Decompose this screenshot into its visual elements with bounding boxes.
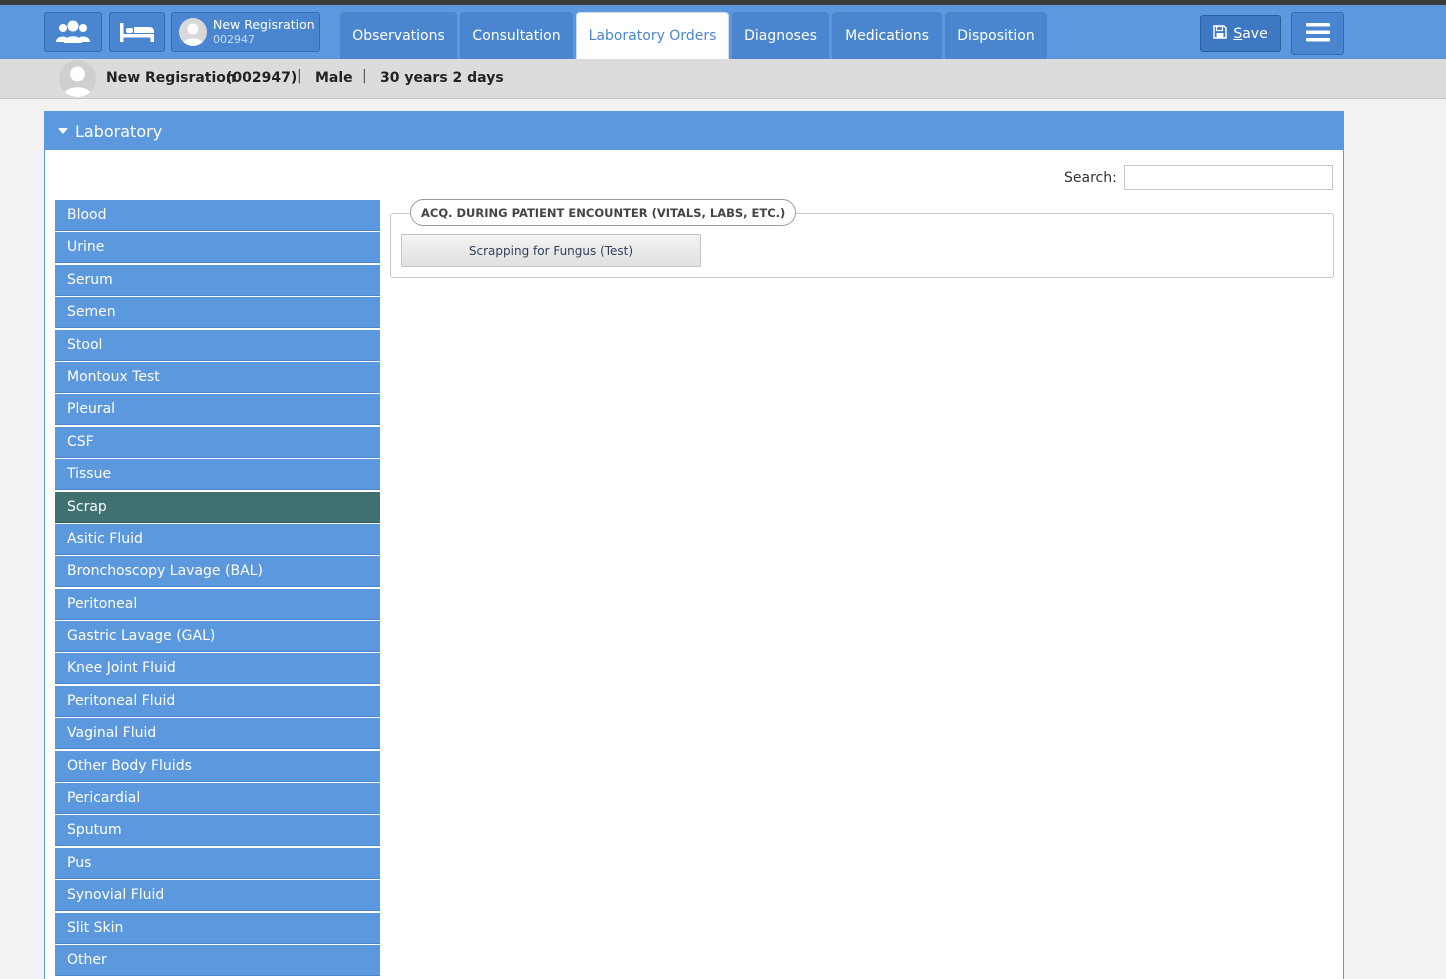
tab-laboratory-orders[interactable]: Laboratory Orders (576, 12, 729, 59)
avatar (179, 18, 207, 46)
category-item-urine[interactable]: Urine (55, 232, 380, 264)
patient-age: 30 years 2 days (380, 70, 504, 86)
bed-icon (119, 21, 155, 43)
separator: | (362, 68, 367, 84)
patient-avatar (59, 60, 96, 97)
floppy-disk-icon (1213, 24, 1228, 43)
category-item-sputum[interactable]: Sputum (55, 815, 380, 847)
category-item-pericardial[interactable]: Pericardial (55, 783, 380, 815)
search-label: Search: (1064, 170, 1117, 186)
hamburger-icon (1305, 22, 1330, 46)
patient-identifier: (002947) (226, 70, 298, 86)
category-item-synovial-fluid[interactable]: Synovial Fluid (55, 880, 380, 912)
patient-info-bar: New Regisration (002947) | Male | 30 yea… (0, 59, 1446, 99)
caret-down-icon (58, 128, 68, 134)
bed-button[interactable] (109, 12, 165, 52)
save-button[interactable]: Save (1200, 15, 1281, 52)
tab-observations[interactable]: Observations (340, 12, 457, 59)
category-item-tissue[interactable]: Tissue (55, 459, 380, 491)
category-item-csf[interactable]: CSF (55, 426, 380, 458)
category-list: Blood Urine Serum Semen Stool Montoux Test Ple… (55, 200, 380, 977)
category-item-peritoneal[interactable]: Peritoneal (55, 588, 380, 620)
category-item-peritoneal-fluid[interactable]: Peritoneal Fluid (55, 685, 380, 717)
category-item-vaginal-fluid[interactable]: Vaginal Fluid (55, 718, 380, 750)
category-item-bronchoscopy-lavage-bal[interactable]: Bronchoscopy Lavage (BAL) (55, 556, 380, 588)
category-item-blood[interactable]: Blood (55, 200, 380, 231)
patient-name: New Regisration (213, 17, 315, 32)
patient-gender: Male (315, 70, 353, 86)
category-item-pus[interactable]: Pus (55, 847, 380, 879)
category-item-knee-joint-fluid[interactable]: Knee Joint Fluid (55, 653, 380, 685)
save-accesskey: S (1233, 25, 1243, 42)
panel-title: Laboratory (75, 121, 163, 141)
laboratory-panel: Laboratory Search: Blood Urine Serum Semen S… (44, 111, 1344, 979)
top-navbar: New Regisration 002947 Observations Cons… (0, 5, 1446, 59)
category-item-asitic-fluid[interactable]: Asitic Fluid (55, 523, 380, 555)
category-item-serum[interactable]: Serum (55, 264, 380, 296)
tab-consultation[interactable]: Consultation (460, 12, 573, 59)
test-button[interactable]: Scrapping for Fungus (Test) (401, 234, 701, 267)
patient-id: 002947 (213, 33, 255, 46)
patient-full-name: New Regisration (106, 70, 236, 86)
category-item-scrap[interactable]: Scrap (55, 491, 380, 523)
users-icon (56, 19, 90, 45)
category-item-montoux-test[interactable]: Montoux Test (55, 361, 380, 393)
menu-button[interactable] (1291, 12, 1344, 55)
save-label: ave (1242, 25, 1268, 42)
tab-diagnoses[interactable]: Diagnoses (732, 12, 829, 59)
search-input[interactable] (1124, 165, 1333, 190)
tab-medications[interactable]: Medications (832, 12, 942, 59)
category-item-slit-skin[interactable]: Slit Skin (55, 912, 380, 944)
patients-button[interactable] (44, 12, 102, 52)
laboratory-panel-header[interactable]: Laboratory (45, 112, 1343, 150)
category-item-gastric-lavage-gal[interactable]: Gastric Lavage (GAL) (55, 621, 380, 653)
test-group: ACQ. DURING PATIENT ENCOUNTER (VITALS, L… (390, 199, 1334, 278)
category-item-other-body-fluids[interactable]: Other Body Fluids (55, 750, 380, 782)
test-group-legend: ACQ. DURING PATIENT ENCOUNTER (VITALS, L… (410, 199, 797, 226)
category-item-semen[interactable]: Semen (55, 297, 380, 329)
current-patient-button[interactable]: New Regisration 002947 (171, 12, 320, 52)
category-item-stool[interactable]: Stool (55, 329, 380, 361)
category-item-other[interactable]: Other (55, 944, 380, 976)
separator: | (297, 68, 302, 84)
category-item-pleural[interactable]: Pleural (55, 394, 380, 426)
tab-disposition[interactable]: Disposition (945, 12, 1047, 59)
